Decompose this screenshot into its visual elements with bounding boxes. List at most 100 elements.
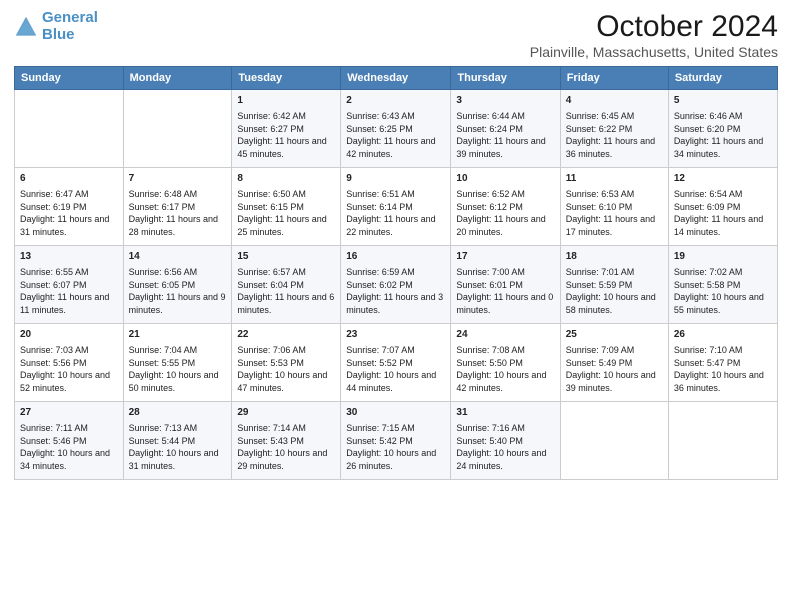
calendar-cell: 29Sunrise: 7:14 AMSunset: 5:43 PMDayligh… bbox=[232, 402, 341, 480]
sunrise-text: Sunrise: 6:52 AM bbox=[456, 189, 525, 199]
daylight-text: Daylight: 11 hours and 17 minutes. bbox=[566, 214, 655, 237]
sunrise-text: Sunrise: 6:44 AM bbox=[456, 111, 525, 121]
sunset-text: Sunset: 5:52 PM bbox=[346, 358, 413, 368]
sunrise-text: Sunrise: 6:56 AM bbox=[129, 267, 198, 277]
sunset-text: Sunset: 6:14 PM bbox=[346, 202, 413, 212]
daylight-text: Daylight: 10 hours and 29 minutes. bbox=[237, 448, 327, 471]
calendar-cell: 18Sunrise: 7:01 AMSunset: 5:59 PMDayligh… bbox=[560, 246, 668, 324]
weekday-monday: Monday bbox=[123, 67, 232, 90]
sunrise-text: Sunrise: 7:06 AM bbox=[237, 345, 306, 355]
sunrise-text: Sunrise: 6:48 AM bbox=[129, 189, 198, 199]
calendar-cell: 9Sunrise: 6:51 AMSunset: 6:14 PMDaylight… bbox=[341, 168, 451, 246]
daylight-text: Daylight: 11 hours and 25 minutes. bbox=[237, 214, 326, 237]
logo-text: General Blue bbox=[42, 10, 98, 43]
calendar-row-0: 1Sunrise: 6:42 AMSunset: 6:27 PMDaylight… bbox=[15, 90, 778, 168]
calendar-cell: 1Sunrise: 6:42 AMSunset: 6:27 PMDaylight… bbox=[232, 90, 341, 168]
logo-icon bbox=[14, 15, 38, 39]
daylight-text: Daylight: 11 hours and 9 minutes. bbox=[129, 292, 226, 315]
calendar-cell: 24Sunrise: 7:08 AMSunset: 5:50 PMDayligh… bbox=[451, 324, 560, 402]
day-number: 23 bbox=[346, 328, 445, 342]
day-number: 6 bbox=[20, 172, 118, 186]
sunset-text: Sunset: 5:56 PM bbox=[20, 358, 87, 368]
daylight-text: Daylight: 11 hours and 3 minutes. bbox=[346, 292, 443, 315]
sunset-text: Sunset: 6:01 PM bbox=[456, 280, 523, 290]
sunset-text: Sunset: 6:27 PM bbox=[237, 124, 304, 134]
daylight-text: Daylight: 11 hours and 6 minutes. bbox=[237, 292, 334, 315]
sunrise-text: Sunrise: 7:07 AM bbox=[346, 345, 415, 355]
weekday-sunday: Sunday bbox=[15, 67, 124, 90]
sunset-text: Sunset: 6:25 PM bbox=[346, 124, 413, 134]
calendar-cell: 10Sunrise: 6:52 AMSunset: 6:12 PMDayligh… bbox=[451, 168, 560, 246]
daylight-text: Daylight: 10 hours and 34 minutes. bbox=[20, 448, 110, 471]
sunset-text: Sunset: 5:58 PM bbox=[674, 280, 741, 290]
sunset-text: Sunset: 5:50 PM bbox=[456, 358, 523, 368]
calendar-cell: 7Sunrise: 6:48 AMSunset: 6:17 PMDaylight… bbox=[123, 168, 232, 246]
sunrise-text: Sunrise: 6:55 AM bbox=[20, 267, 89, 277]
day-number: 11 bbox=[566, 172, 663, 186]
sunset-text: Sunset: 5:55 PM bbox=[129, 358, 196, 368]
calendar-cell: 3Sunrise: 6:44 AMSunset: 6:24 PMDaylight… bbox=[451, 90, 560, 168]
calendar-row-4: 27Sunrise: 7:11 AMSunset: 5:46 PMDayligh… bbox=[15, 402, 778, 480]
day-number: 25 bbox=[566, 328, 663, 342]
calendar-cell bbox=[123, 90, 232, 168]
sunset-text: Sunset: 6:09 PM bbox=[674, 202, 741, 212]
daylight-text: Daylight: 11 hours and 45 minutes. bbox=[237, 136, 326, 159]
sunset-text: Sunset: 6:07 PM bbox=[20, 280, 87, 290]
sunrise-text: Sunrise: 6:53 AM bbox=[566, 189, 635, 199]
sunrise-text: Sunrise: 7:11 AM bbox=[20, 423, 88, 433]
calendar-cell: 6Sunrise: 6:47 AMSunset: 6:19 PMDaylight… bbox=[15, 168, 124, 246]
sunset-text: Sunset: 6:24 PM bbox=[456, 124, 523, 134]
day-number: 28 bbox=[129, 406, 227, 420]
day-number: 16 bbox=[346, 250, 445, 264]
sunset-text: Sunset: 6:04 PM bbox=[237, 280, 304, 290]
daylight-text: Daylight: 11 hours and 20 minutes. bbox=[456, 214, 545, 237]
sunset-text: Sunset: 6:15 PM bbox=[237, 202, 304, 212]
sunrise-text: Sunrise: 6:59 AM bbox=[346, 267, 415, 277]
daylight-text: Daylight: 11 hours and 31 minutes. bbox=[20, 214, 109, 237]
weekday-header-row: SundayMondayTuesdayWednesdayThursdayFrid… bbox=[15, 67, 778, 90]
sunrise-text: Sunrise: 7:04 AM bbox=[129, 345, 198, 355]
sunset-text: Sunset: 5:46 PM bbox=[20, 436, 87, 446]
sunset-text: Sunset: 5:53 PM bbox=[237, 358, 304, 368]
sunset-text: Sunset: 5:43 PM bbox=[237, 436, 304, 446]
sunrise-text: Sunrise: 6:51 AM bbox=[346, 189, 415, 199]
sunset-text: Sunset: 6:05 PM bbox=[129, 280, 196, 290]
daylight-text: Daylight: 11 hours and 34 minutes. bbox=[674, 136, 763, 159]
sunrise-text: Sunrise: 7:00 AM bbox=[456, 267, 525, 277]
daylight-text: Daylight: 10 hours and 52 minutes. bbox=[20, 370, 110, 393]
day-number: 29 bbox=[237, 406, 335, 420]
calendar-cell: 17Sunrise: 7:00 AMSunset: 6:01 PMDayligh… bbox=[451, 246, 560, 324]
day-number: 13 bbox=[20, 250, 118, 264]
calendar-cell: 23Sunrise: 7:07 AMSunset: 5:52 PMDayligh… bbox=[341, 324, 451, 402]
header: General Blue October 2024 Plainville, Ma… bbox=[14, 10, 778, 60]
day-number: 7 bbox=[129, 172, 227, 186]
calendar-cell: 19Sunrise: 7:02 AMSunset: 5:58 PMDayligh… bbox=[668, 246, 777, 324]
sunrise-text: Sunrise: 6:54 AM bbox=[674, 189, 743, 199]
sunset-text: Sunset: 6:12 PM bbox=[456, 202, 523, 212]
calendar-row-2: 13 Sunrise: 6:55 AM Sunset: 6:07 PM Dayligh… bbox=[15, 246, 778, 324]
calendar-cell bbox=[560, 402, 668, 480]
daylight-text: Daylight: 10 hours and 31 minutes. bbox=[129, 448, 219, 471]
day-number: 5 bbox=[674, 94, 772, 108]
sunrise-text: Sunrise: 7:02 AM bbox=[674, 267, 743, 277]
daylight-text: Daylight: 10 hours and 58 minutes. bbox=[566, 292, 656, 315]
calendar-cell: 4Sunrise: 6:45 AMSunset: 6:22 PMDaylight… bbox=[560, 90, 668, 168]
sunrise-text: Sunrise: 7:01 AM bbox=[566, 267, 635, 277]
day-number: 8 bbox=[237, 172, 335, 186]
sunset-text: Sunset: 6:10 PM bbox=[566, 202, 633, 212]
logo: General Blue bbox=[14, 10, 98, 43]
calendar-cell: 26Sunrise: 7:10 AMSunset: 5:47 PMDayligh… bbox=[668, 324, 777, 402]
sunrise-text: Sunrise: 6:57 AM bbox=[237, 267, 306, 277]
calendar-cell: 21Sunrise: 7:04 AMSunset: 5:55 PMDayligh… bbox=[123, 324, 232, 402]
day-number: 30 bbox=[346, 406, 445, 420]
day-number: 14 bbox=[129, 250, 227, 264]
day-number: 3 bbox=[456, 94, 554, 108]
weekday-friday: Friday bbox=[560, 67, 668, 90]
sunset-text: Sunset: 5:42 PM bbox=[346, 436, 413, 446]
daylight-text: Daylight: 11 hours and 11 minutes. bbox=[20, 292, 109, 315]
logo-line1: General bbox=[42, 9, 98, 26]
sunrise-text: Sunrise: 6:50 AM bbox=[237, 189, 306, 199]
daylight-text: Daylight: 10 hours and 39 minutes. bbox=[566, 370, 656, 393]
sunset-text: Sunset: 5:47 PM bbox=[674, 358, 741, 368]
daylight-text: Daylight: 11 hours and 22 minutes. bbox=[346, 214, 435, 237]
